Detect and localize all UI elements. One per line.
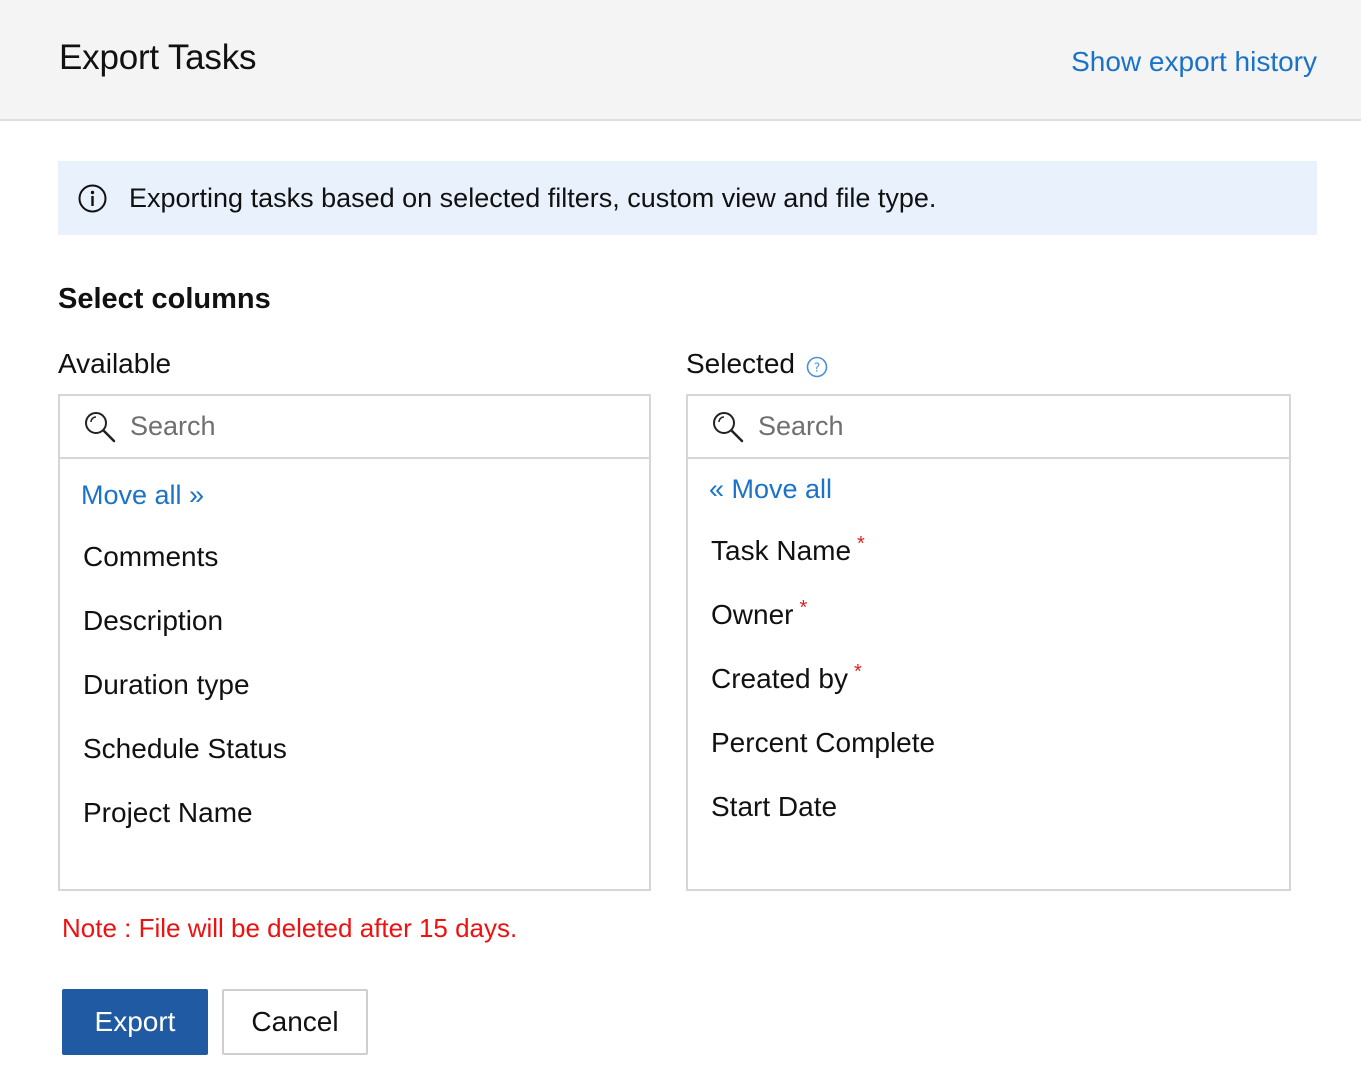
dialog-header: Export Tasks Show export history xyxy=(0,0,1361,121)
available-item-comments[interactable]: Comments xyxy=(83,541,218,573)
selected-item-label: Created by xyxy=(711,663,848,694)
export-button[interactable]: Export xyxy=(62,989,208,1055)
selected-item-label: Owner xyxy=(711,599,794,630)
show-export-history-link[interactable]: Show export history xyxy=(1071,46,1317,78)
required-asterisk: * xyxy=(857,533,865,555)
selected-item-label: Task Name xyxy=(711,535,852,566)
available-item-project-name[interactable]: Project Name xyxy=(83,797,253,829)
selected-item-created-by[interactable]: Created by * xyxy=(711,661,862,695)
available-search-row xyxy=(60,396,649,459)
required-asterisk: * xyxy=(853,661,862,683)
cancel-button[interactable]: Cancel xyxy=(222,989,368,1055)
selected-item-task-name[interactable]: Task Name * xyxy=(711,533,865,567)
info-banner: Exporting tasks based on selected filter… xyxy=(58,161,1317,235)
move-all-right-link[interactable]: Move all » xyxy=(81,480,204,511)
selected-search-input[interactable] xyxy=(758,406,1158,446)
selected-label: Selected xyxy=(686,348,795,379)
info-banner-text: Exporting tasks based on selected filter… xyxy=(129,183,937,213)
dialog-title: Export Tasks xyxy=(59,38,257,77)
available-item-schedule-status[interactable]: Schedule Status xyxy=(83,733,287,765)
selected-item-percent-complete[interactable]: Percent Complete xyxy=(711,727,935,759)
selected-item-start-date[interactable]: Start Date xyxy=(711,791,837,823)
available-columns-panel: Move all » Comments Description Duration… xyxy=(58,394,651,891)
available-item-duration-type[interactable]: Duration type xyxy=(83,669,250,701)
selected-item-owner[interactable]: Owner * xyxy=(711,597,808,631)
deletion-note: Note : File will be deleted after 15 day… xyxy=(62,913,518,943)
svg-text:?: ? xyxy=(814,361,820,375)
search-icon xyxy=(85,412,116,443)
section-title: Select columns xyxy=(58,283,271,315)
available-search-input[interactable] xyxy=(130,406,530,446)
available-label: Available xyxy=(58,348,172,379)
info-circle-icon xyxy=(78,184,107,213)
available-item-description[interactable]: Description xyxy=(83,605,223,637)
selected-search-row xyxy=(688,396,1289,459)
required-asterisk: * xyxy=(799,597,808,619)
selected-columns-panel: « Move all Task Name* Owner* Created by*… xyxy=(686,394,1291,891)
selected-item-label: Percent Complete xyxy=(711,727,936,758)
search-icon xyxy=(713,412,744,443)
move-all-left-link[interactable]: « Move all xyxy=(709,474,832,505)
question-circle-icon[interactable]: ? xyxy=(806,356,828,378)
selected-item-label: Start Date xyxy=(711,791,838,822)
